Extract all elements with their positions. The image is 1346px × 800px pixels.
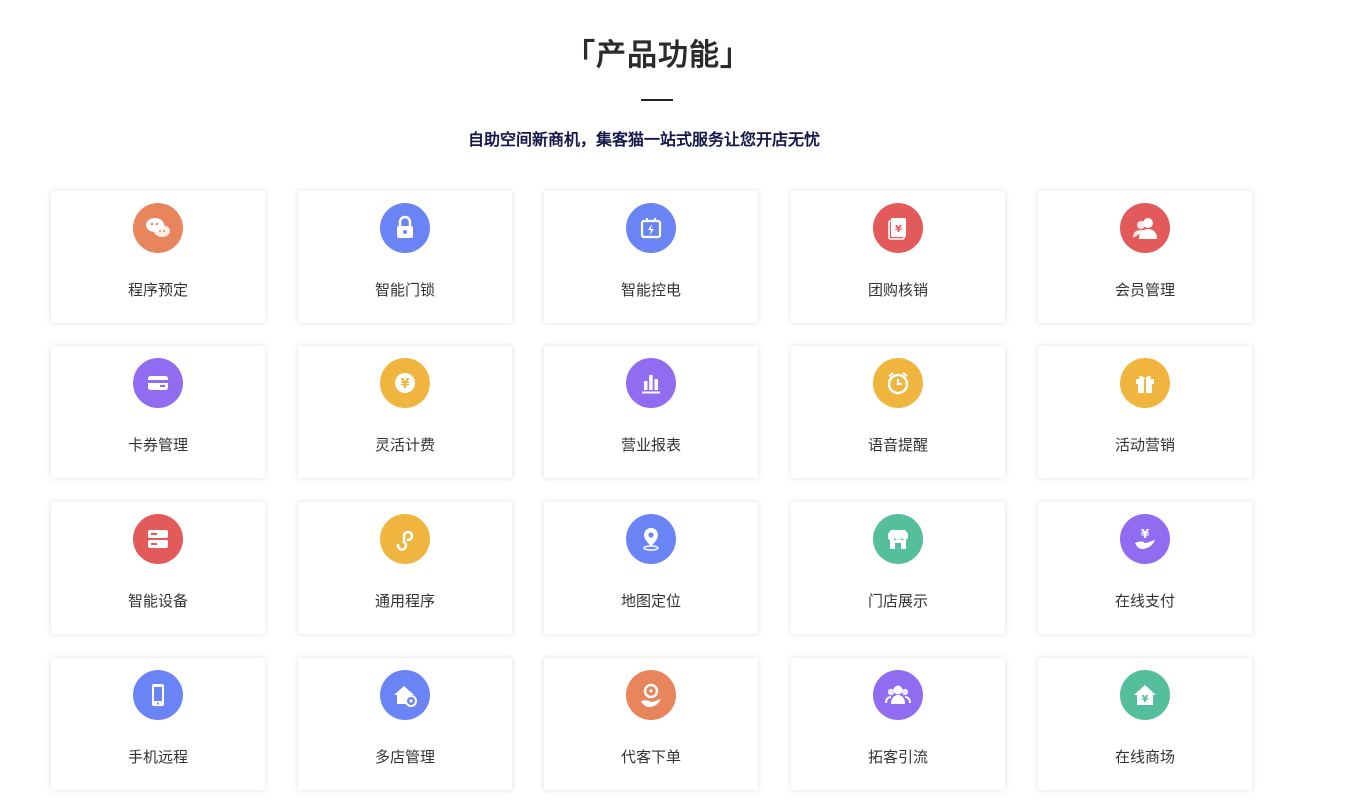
feature-card[interactable]: 手机远程 bbox=[51, 658, 265, 790]
coupon-book-icon: ¥ bbox=[873, 203, 923, 253]
feature-card[interactable]: ¥ 在线商场 bbox=[1038, 658, 1252, 790]
feature-label: 通用程序 bbox=[374, 592, 435, 610]
storefront-icon bbox=[873, 514, 923, 564]
map-pin-icon bbox=[626, 514, 676, 564]
phone-icon bbox=[133, 670, 183, 720]
feature-card[interactable]: 程序预定 bbox=[51, 191, 265, 323]
feature-label: 团购核销 bbox=[867, 281, 928, 299]
feature-card[interactable]: ¥ 在线支付 bbox=[1038, 502, 1252, 634]
feature-label: 在线商场 bbox=[1114, 748, 1175, 766]
svg-text:¥: ¥ bbox=[1142, 694, 1149, 705]
feature-grid: 程序预定 智能门锁 智能控电 ¥ 团购核销 会员管理卡券管理 ¥ 灵活计费 营业报表 语音提醒 活动… bbox=[0, 0, 1346, 800]
feature-card[interactable]: ¥ 团购核销 bbox=[791, 191, 1005, 323]
members-icon bbox=[1120, 203, 1170, 253]
alarm-clock-icon bbox=[873, 358, 923, 408]
feature-label: 手机远程 bbox=[127, 748, 188, 766]
feature-label: 活动营销 bbox=[1114, 436, 1175, 454]
feature-label: 智能设备 bbox=[127, 592, 188, 610]
card-icon bbox=[133, 358, 183, 408]
house-yuan-icon: ¥ bbox=[1120, 670, 1170, 720]
feature-label: 程序预定 bbox=[127, 281, 188, 299]
feature-label: 代客下单 bbox=[620, 748, 681, 766]
people-group-icon bbox=[873, 670, 923, 720]
feature-label: 营业报表 bbox=[620, 436, 681, 454]
lock-icon bbox=[380, 203, 430, 253]
feature-label: 拓客引流 bbox=[867, 748, 928, 766]
feature-card[interactable]: 代客下单 bbox=[544, 658, 758, 790]
feature-label: 门店展示 bbox=[867, 592, 928, 610]
order-hand-icon bbox=[626, 670, 676, 720]
feature-label: 在线支付 bbox=[1114, 592, 1175, 610]
feature-label: 地图定位 bbox=[620, 592, 681, 610]
feature-card[interactable]: 卡券管理 bbox=[51, 346, 265, 478]
feature-label: 多店管理 bbox=[374, 748, 435, 766]
feature-card[interactable]: 智能设备 bbox=[51, 502, 265, 634]
feature-card[interactable]: 通用程序 bbox=[298, 502, 512, 634]
feature-label: 灵活计费 bbox=[374, 436, 435, 454]
feature-card[interactable]: 语音提醒 bbox=[791, 346, 1005, 478]
feature-card[interactable]: 地图定位 bbox=[544, 502, 758, 634]
bar-chart-icon bbox=[626, 358, 676, 408]
svg-text:¥: ¥ bbox=[1141, 527, 1150, 541]
feature-label: 卡券管理 bbox=[127, 436, 188, 454]
hand-yuan-icon: ¥ bbox=[1120, 514, 1170, 564]
mini-program-icon bbox=[380, 514, 430, 564]
svg-text:¥: ¥ bbox=[895, 224, 902, 235]
svg-text:¥: ¥ bbox=[400, 377, 409, 392]
feature-card[interactable]: 活动营销 bbox=[1038, 346, 1252, 478]
feature-label: 智能门锁 bbox=[374, 281, 435, 299]
feature-card[interactable]: 智能门锁 bbox=[298, 191, 512, 323]
feature-card[interactable]: 门店展示 bbox=[791, 502, 1005, 634]
feature-card[interactable]: 拓客引流 bbox=[791, 658, 1005, 790]
power-socket-icon bbox=[626, 203, 676, 253]
feature-card[interactable]: 多店管理 bbox=[298, 658, 512, 790]
house-gear-icon bbox=[380, 670, 430, 720]
feature-card[interactable]: ¥ 灵活计费 bbox=[298, 346, 512, 478]
feature-card[interactable]: 会员管理 bbox=[1038, 191, 1252, 323]
server-icon bbox=[133, 514, 183, 564]
chat-bubbles-icon bbox=[133, 203, 183, 253]
feature-label: 语音提醒 bbox=[867, 436, 928, 454]
feature-label: 智能控电 bbox=[620, 281, 681, 299]
feature-label: 会员管理 bbox=[1114, 281, 1175, 299]
feature-card[interactable]: 智能控电 bbox=[544, 191, 758, 323]
feature-card[interactable]: 营业报表 bbox=[544, 346, 758, 478]
yuan-coin-icon: ¥ bbox=[380, 358, 430, 408]
gift-icon bbox=[1120, 358, 1170, 408]
